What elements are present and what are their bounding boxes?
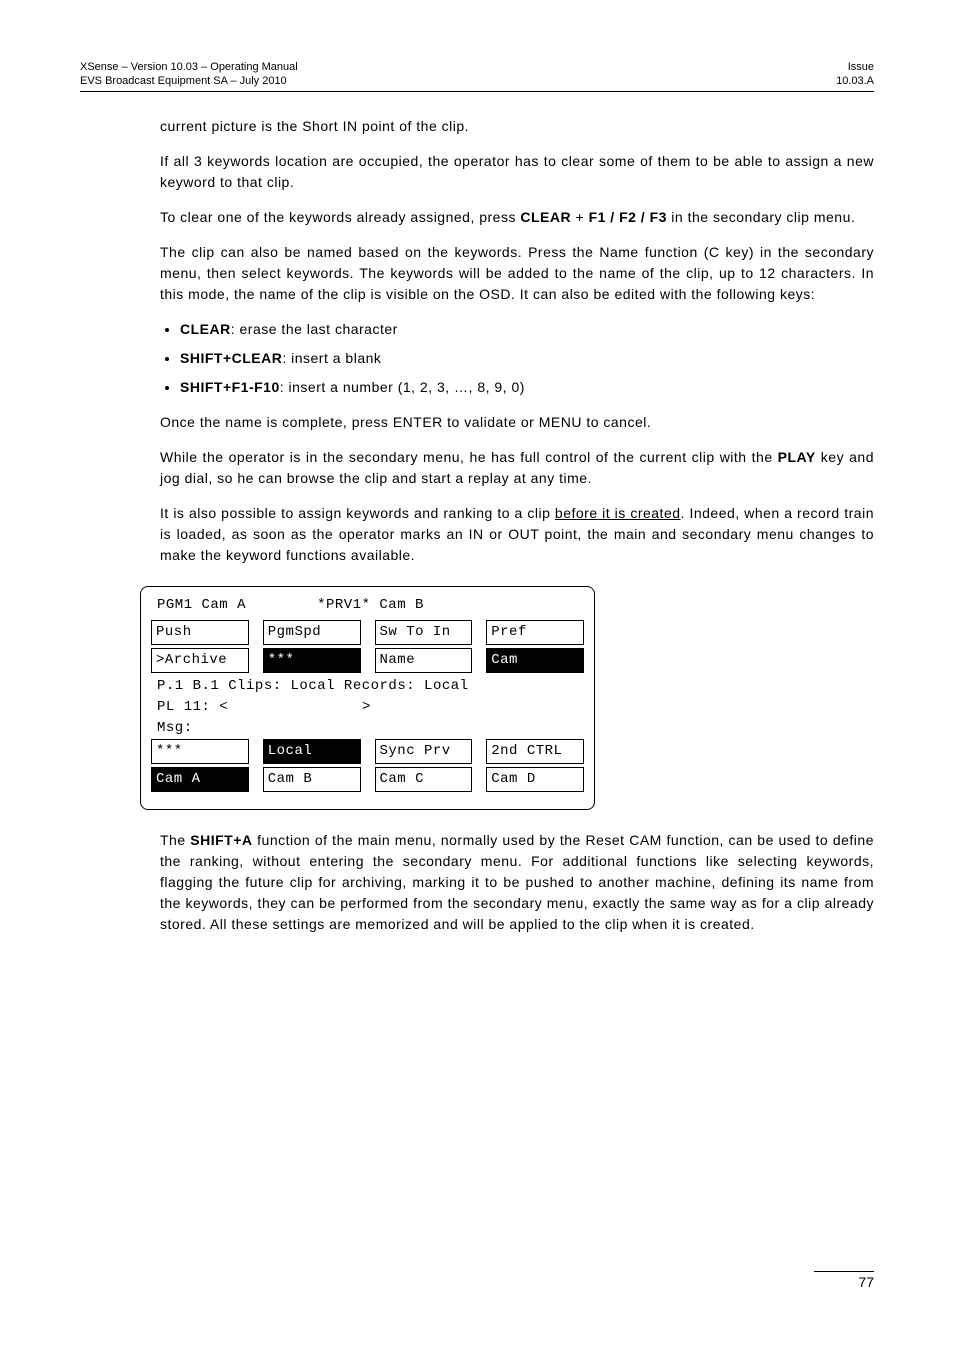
list-item: SHIFT+F1-F10: insert a number (1, 2, 3, … bbox=[180, 377, 874, 398]
page-header: XSense – Version 10.03 – Operating Manua… bbox=[80, 60, 874, 92]
osd-cell-cam[interactable]: Cam bbox=[486, 648, 584, 673]
paragraph-occupied: If all 3 keywords location are occupied,… bbox=[160, 151, 874, 193]
osd-row-1: Push PgmSpd Sw To In Pref bbox=[151, 620, 584, 645]
header-issue-value: 10.03.A bbox=[836, 74, 874, 88]
paragraph-name-keywords: The clip can also be named based on the … bbox=[160, 242, 874, 305]
osd-cell-cam-c[interactable]: Cam C bbox=[375, 767, 473, 792]
osd-cell-sync-prv[interactable]: Sync Prv bbox=[375, 739, 473, 764]
paragraph-short-in: current picture is the Short IN point of… bbox=[160, 116, 874, 137]
key-clear: CLEAR bbox=[520, 209, 571, 225]
text: While the operator is in the secondary m… bbox=[160, 449, 778, 465]
page-number: 77 bbox=[858, 1274, 874, 1290]
paragraph-shift-a: The SHIFT+A function of the main menu, n… bbox=[160, 830, 874, 935]
text: function of the main menu, normally used… bbox=[160, 832, 874, 932]
osd-cell-pgmspd[interactable]: PgmSpd bbox=[263, 620, 361, 645]
body-content: current picture is the Short IN point of… bbox=[160, 116, 874, 935]
osd-cell-sw-to-in[interactable]: Sw To In bbox=[375, 620, 473, 645]
header-company: EVS Broadcast Equipment SA – July 2010 bbox=[80, 74, 298, 88]
osd-cell-push[interactable]: Push bbox=[151, 620, 249, 645]
osd-msg-line: Msg: bbox=[151, 718, 584, 739]
paragraph-clear-keywords: To clear one of the keywords already ass… bbox=[160, 207, 874, 228]
key-shift-a: SHIFT+A bbox=[190, 832, 252, 848]
text: : insert a blank bbox=[282, 350, 381, 366]
paragraph-play-jog: While the operator is in the secondary m… bbox=[160, 447, 874, 489]
text: : insert a number (1, 2, 3, …, 8, 9, 0) bbox=[280, 379, 525, 395]
key-f1-f2-f3: F1 / F2 / F3 bbox=[589, 209, 667, 225]
key-list: CLEAR: erase the last character SHIFT+CL… bbox=[160, 319, 874, 398]
osd-pgm-label: PGM1 Cam A bbox=[151, 595, 299, 616]
osd-row-2: >Archive *** Name Cam bbox=[151, 648, 584, 673]
key-shift-clear: SHIFT+CLEAR bbox=[180, 350, 282, 366]
osd-cell-2nd-ctrl[interactable]: 2nd CTRL bbox=[486, 739, 584, 764]
list-item: SHIFT+CLEAR: insert a blank bbox=[180, 348, 874, 369]
text: in the secondary clip menu. bbox=[667, 209, 855, 225]
osd-cell-stars-3[interactable]: *** bbox=[151, 739, 249, 764]
page-footer: 77 bbox=[814, 1271, 874, 1290]
osd-panel: PGM1 Cam A *PRV1* Cam B Push PgmSpd Sw T… bbox=[140, 586, 595, 810]
list-item: CLEAR: erase the last character bbox=[180, 319, 874, 340]
osd-cell-cam-a[interactable]: Cam A bbox=[151, 767, 249, 792]
paragraph-enter-menu: Once the name is complete, press ENTER t… bbox=[160, 412, 874, 433]
osd-row-4: Cam A Cam B Cam C Cam D bbox=[151, 767, 584, 792]
key-shift-f1-f10: SHIFT+F1-F10 bbox=[180, 379, 280, 395]
osd-pl-center: > bbox=[362, 697, 584, 718]
osd-prv-label: *PRV1* Cam B bbox=[299, 595, 441, 616]
header-product: XSense – Version 10.03 – Operating Manua… bbox=[80, 60, 298, 74]
text: : erase the last character bbox=[231, 321, 398, 337]
osd-row-3: *** Local Sync Prv 2nd CTRL bbox=[151, 739, 584, 764]
osd-cell-cam-d[interactable]: Cam D bbox=[486, 767, 584, 792]
osd-pl-line: PL 11: < > bbox=[151, 697, 584, 718]
underline-before-created: before it is created bbox=[555, 505, 681, 521]
osd-title-line: PGM1 Cam A *PRV1* Cam B bbox=[151, 595, 584, 617]
header-issue-label: Issue bbox=[836, 60, 874, 74]
paragraph-before-created: It is also possible to assign keywords a… bbox=[160, 503, 874, 566]
osd-cell-pref[interactable]: Pref bbox=[486, 620, 584, 645]
osd-cell-archive[interactable]: >Archive bbox=[151, 648, 249, 673]
key-clear: CLEAR bbox=[180, 321, 231, 337]
header-right: Issue 10.03.A bbox=[836, 60, 874, 89]
osd-cell-name[interactable]: Name bbox=[375, 648, 473, 673]
header-left: XSense – Version 10.03 – Operating Manua… bbox=[80, 60, 298, 89]
text: + bbox=[571, 209, 588, 225]
text: It is also possible to assign keywords a… bbox=[160, 505, 555, 521]
osd-cell-cam-b[interactable]: Cam B bbox=[263, 767, 361, 792]
osd-cell-local[interactable]: Local bbox=[263, 739, 361, 764]
osd-clips-line: P.1 B.1 Clips: Local Records: Local bbox=[151, 676, 584, 697]
text: The bbox=[160, 832, 190, 848]
osd-pl-left: PL 11: < bbox=[157, 697, 362, 718]
key-play: PLAY bbox=[778, 449, 816, 465]
osd-cell-stars-2[interactable]: *** bbox=[263, 648, 361, 673]
text: To clear one of the keywords already ass… bbox=[160, 209, 520, 225]
